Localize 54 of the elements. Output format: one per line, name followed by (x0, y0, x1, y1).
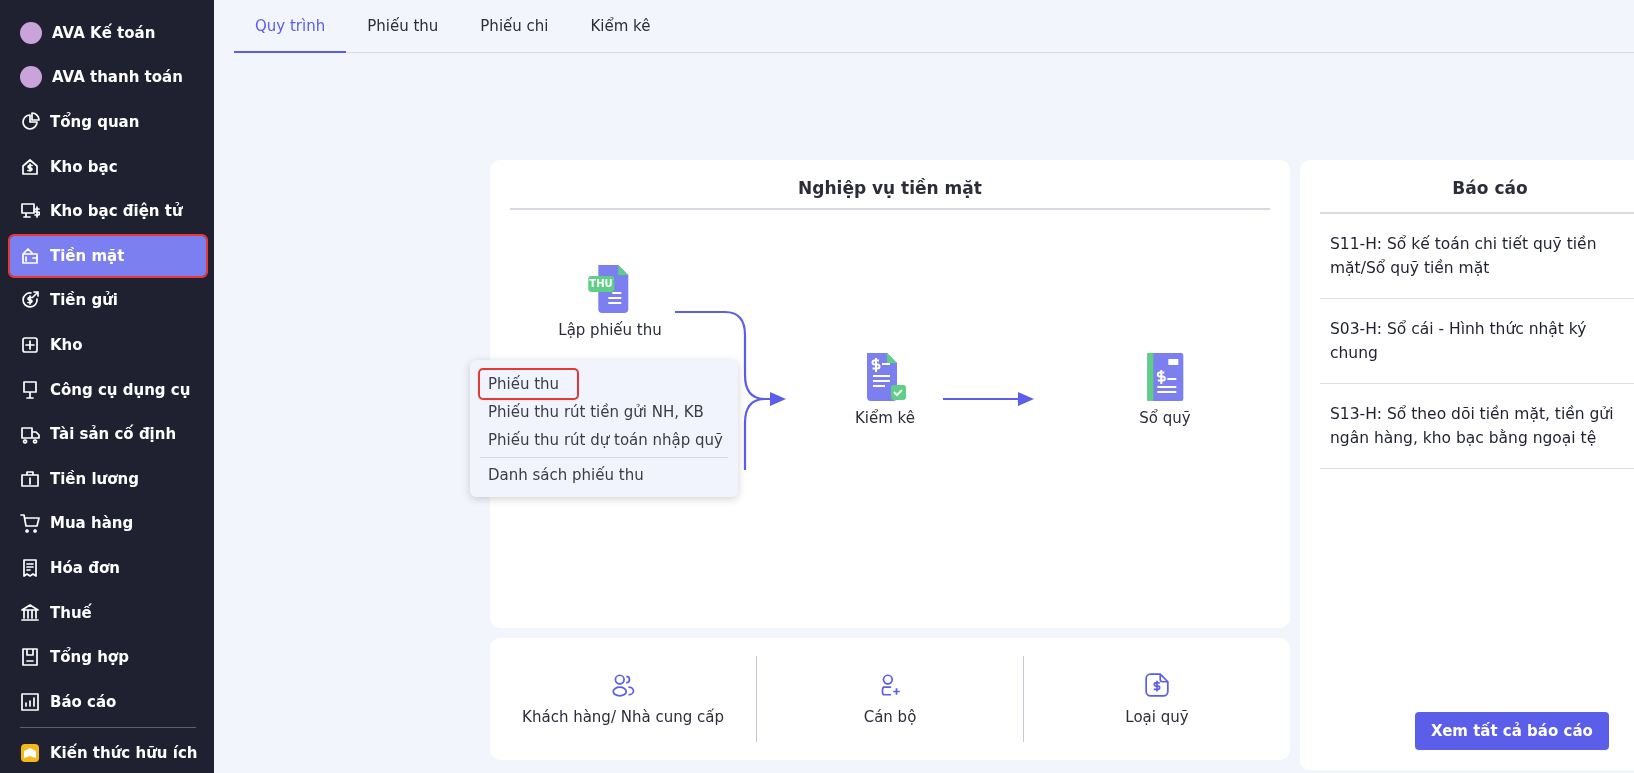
sidebar-item[interactable]: Tài sản cố định (10, 414, 206, 454)
sidebar-item[interactable]: Hóa đơn (10, 548, 206, 588)
wallet-icon (20, 245, 40, 266)
menu-item[interactable]: Phiếu thu rút dự toán nhập quỹ (480, 426, 731, 454)
card-title: Báo cáo (1320, 178, 1634, 214)
view-all-reports-button[interactable]: Xem tất cả báo cáo (1415, 712, 1609, 750)
node-label[interactable]: Sổ quỹ (1139, 409, 1191, 427)
menu-item[interactable]: Danh sách phiếu thu (480, 461, 652, 489)
sidebar-item[interactable]: Thuế (10, 592, 206, 633)
sidebar-item[interactable]: Tiền lương (10, 458, 206, 499)
tab[interactable]: Kiểm kê (569, 0, 672, 53)
sidebar-item[interactable]: Công cụ dụng cụ (10, 369, 206, 410)
sidebar-item[interactable]: Kho (10, 325, 206, 365)
shortcut-link[interactable]: Cán bộ (863, 708, 917, 726)
report-link[interactable]: S13-H: Sổ theo dõi tiền mặt, tiền gửi ngân hàng, kho bạc bằng ngoại tệ (1320, 384, 1634, 469)
users-icon (610, 672, 636, 698)
book-icon (20, 743, 40, 764)
dollar-document-icon (1144, 672, 1170, 698)
tab[interactable]: Phiếu thu (346, 0, 460, 53)
dollar-house-icon (20, 156, 40, 177)
bank-icon (20, 602, 40, 623)
bar-chart-icon (20, 691, 40, 712)
sidebar-item[interactable]: Kho bạc điện tử (10, 191, 206, 231)
shortcut-link[interactable]: Khách hàng/ Nhà cung cấp (522, 708, 724, 726)
sidebar-item[interactable]: Tổng quan (10, 102, 206, 142)
report-link[interactable]: S03-H: Sổ cái - Hình thức nhật ký chung (1320, 299, 1634, 384)
clipboard-icon (20, 647, 40, 668)
card-title: Nghiệp vụ tiền mặt (510, 178, 1270, 210)
sidebar-item[interactable]: AVA thanh toán (10, 57, 206, 98)
cart-icon (20, 513, 40, 534)
sidebar-item[interactable]: Mua hàng (10, 503, 206, 544)
box-icon (20, 334, 40, 355)
menu-item[interactable]: Phiếu thu rút tiền gửi NH, KB (480, 398, 712, 426)
menu-item[interactable]: Phiếu thu (480, 370, 578, 398)
avatar-icon (20, 66, 42, 89)
dollar-coin-icon (20, 290, 40, 311)
shortcut-link[interactable]: Loại quỹ (1125, 708, 1189, 726)
document-tag: THU (588, 276, 614, 292)
tab[interactable]: Phiếu chi (459, 0, 570, 53)
node-label[interactable]: Lập phiếu thu (558, 321, 662, 339)
briefcase-icon (20, 468, 40, 489)
avatar-icon (20, 21, 42, 44)
sidebar-item[interactable]: Kho bạc (10, 146, 206, 187)
sidebar-item[interactable]: Tổng hợp (10, 637, 206, 677)
sidebar-item[interactable]: Kiến thức hữu ích (10, 733, 206, 773)
truck-icon (20, 424, 40, 445)
pie-chart-icon (20, 112, 40, 132)
tab[interactable]: Quy trình (234, 0, 347, 53)
report-link[interactable]: S11-H: Sổ kế toán chi tiết quỹ tiền mặt/Sổ quỹ tiền mặt (1320, 214, 1634, 299)
sidebar-item[interactable]: Báo cáo (10, 681, 206, 722)
node-label[interactable]: Kiểm kê (855, 409, 915, 427)
sidebar-item[interactable]: AVA Kế toán (10, 13, 206, 53)
invoice-icon (20, 557, 40, 578)
sidebar-item[interactable]: Tiền gửi (10, 280, 206, 321)
